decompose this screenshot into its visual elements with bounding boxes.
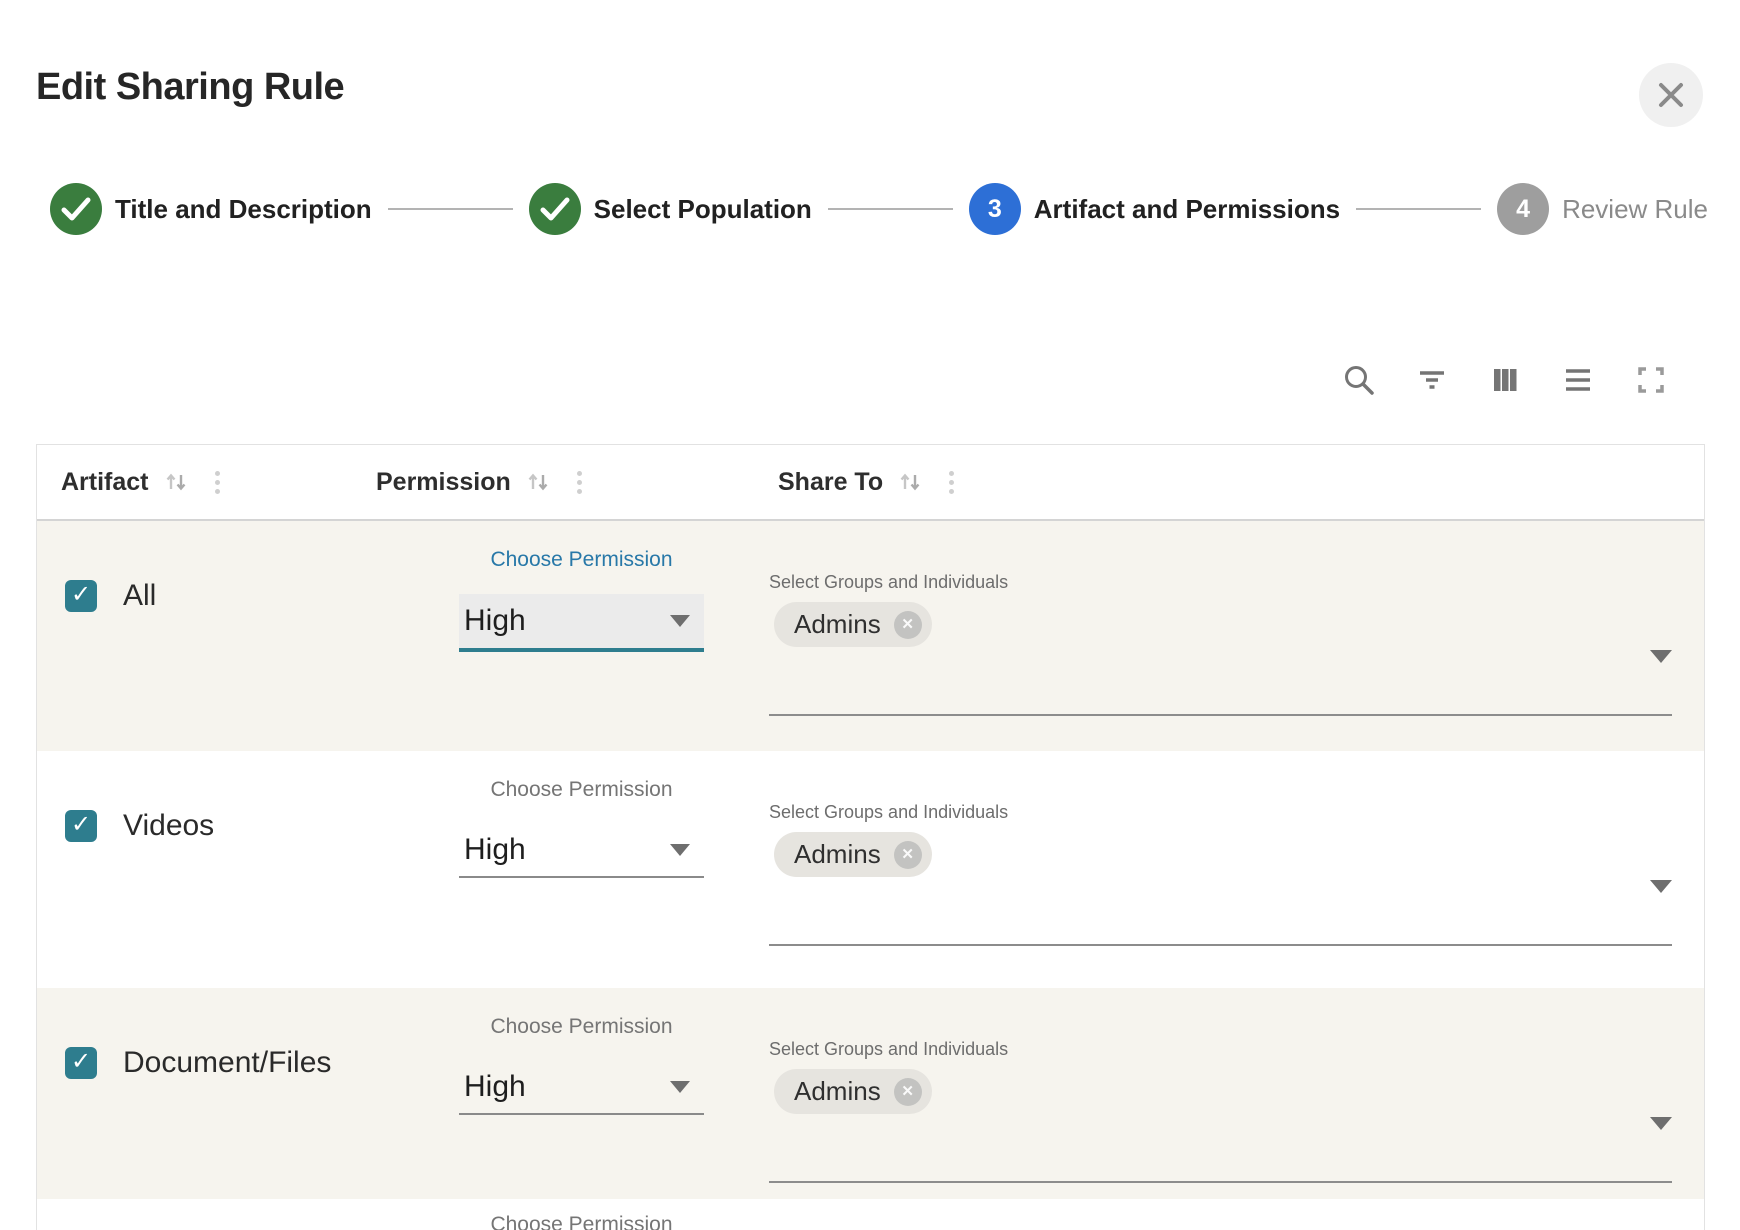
table-row-all: ✓ All Choose Permission High Select Grou… [37,521,1704,751]
step-review-rule[interactable]: 4 Review Rule [1497,183,1708,235]
column-label: Share To [778,468,883,497]
select-groups-field[interactable]: Select Groups and Individuals Admins ✕ [769,802,1672,946]
column-header-artifact: Artifact [37,445,360,519]
permission-value: High [464,604,526,638]
artifact-label: All [123,579,156,613]
search-icon[interactable] [1342,363,1376,397]
sort-icon[interactable] [525,469,551,495]
table-row-document-files: ✓ Document/Files Choose Permission High … [37,988,1704,1199]
step-number: 4 [1516,195,1530,224]
sort-icon[interactable] [897,469,923,495]
checkbox-checked[interactable]: ✓ [65,580,97,612]
chip-remove-icon[interactable]: ✕ [894,841,922,869]
artifact-label: Videos [123,809,214,843]
chip-label: Admins [794,609,881,640]
share-to-cell [746,1199,1704,1230]
check-icon: ✓ [71,1050,91,1074]
filter-icon[interactable] [1415,363,1449,397]
chevron-down-icon[interactable] [1650,1117,1672,1130]
choose-permission-link[interactable]: Choose Permission [459,1015,704,1039]
share-to-cell: Select Groups and Individuals Admins ✕ [746,751,1704,946]
column-menu-icon[interactable] [211,467,224,498]
page-title: Edit Sharing Rule [36,66,344,109]
permission-value: High [464,833,526,867]
step-artifact-and-permissions[interactable]: 3 Artifact and Permissions [969,183,1340,235]
permission-cell: Choose Permission High [360,988,746,1115]
column-menu-icon[interactable] [945,467,958,498]
group-chip: Admins ✕ [774,832,932,877]
share-field-label: Select Groups and Individuals [769,802,1672,823]
step-complete-icon [529,183,581,235]
chevron-down-icon [670,1081,690,1093]
step-label: Select Population [594,194,812,225]
step-number: 3 [988,195,1002,224]
column-menu-icon[interactable] [573,467,586,498]
share-to-cell: Select Groups and Individuals Admins ✕ [746,988,1704,1183]
table-toolbar [1342,363,1668,397]
permission-cell: Choose Permission High [360,521,746,652]
permission-select[interactable]: High [459,594,704,652]
checkbox-checked[interactable]: ✓ [65,810,97,842]
step-connector [828,208,953,210]
artifact-label: Document/Files [123,1046,331,1080]
fullscreen-icon[interactable] [1634,363,1668,397]
edit-sharing-rule-dialog: Edit Sharing Rule Title and Description … [0,0,1740,1230]
share-field-label: Select Groups and Individuals [769,572,1672,593]
step-label: Artifact and Permissions [1034,194,1340,225]
choose-permission-link[interactable]: Choose Permission [459,548,704,572]
share-to-cell: Select Groups and Individuals Admins ✕ [746,521,1704,716]
artifact-cell: ✓ All [37,521,360,613]
artifact-cell [37,1199,360,1230]
step-title-and-description[interactable]: Title and Description [50,183,372,235]
chevron-down-icon[interactable] [1650,650,1672,663]
chevron-down-icon[interactable] [1650,880,1672,893]
check-icon: ✓ [71,583,91,607]
permission-select[interactable]: High [459,1061,704,1115]
step-number-badge: 3 [969,183,1021,235]
step-number-badge: 4 [1497,183,1549,235]
table-row-partial: Choose Permission [37,1199,1704,1230]
choose-permission-link[interactable]: Choose Permission [459,1213,704,1230]
permission-cell: Choose Permission High [360,751,746,878]
group-chip: Admins ✕ [774,602,932,647]
checkbox-checked[interactable]: ✓ [65,1047,97,1079]
column-label: Artifact [61,468,149,497]
step-label: Title and Description [115,194,372,225]
check-icon: ✓ [71,813,91,837]
columns-icon[interactable] [1488,363,1522,397]
table-row-videos: ✓ Videos Choose Permission High Select G… [37,751,1704,988]
artifact-permissions-table: Artifact Permission Share To [36,444,1705,1230]
permission-select[interactable]: High [459,824,704,878]
chip-remove-icon[interactable]: ✕ [894,1078,922,1106]
artifact-cell: ✓ Videos [37,751,360,843]
chevron-down-icon [670,615,690,627]
column-header-permission: Permission [360,445,746,519]
chip-label: Admins [794,1076,881,1107]
step-select-population[interactable]: Select Population [529,183,812,235]
close-button[interactable] [1639,63,1703,127]
step-connector [1356,208,1481,210]
share-field-label: Select Groups and Individuals [769,1039,1672,1060]
close-icon [1656,80,1686,110]
choose-permission-link[interactable]: Choose Permission [459,778,704,802]
step-label: Review Rule [1562,194,1708,225]
group-chip: Admins ✕ [774,1069,932,1114]
chip-remove-icon[interactable]: ✕ [894,611,922,639]
row-density-icon[interactable] [1561,363,1595,397]
chevron-down-icon [670,844,690,856]
stepper: Title and Description Select Population … [50,183,1708,235]
step-connector [388,208,513,210]
column-label: Permission [376,468,511,497]
table-header-row: Artifact Permission Share To [37,445,1704,521]
sort-icon[interactable] [163,469,189,495]
select-groups-field[interactable]: Select Groups and Individuals Admins ✕ [769,1039,1672,1183]
step-complete-icon [50,183,102,235]
permission-cell: Choose Permission [360,1199,746,1230]
artifact-cell: ✓ Document/Files [37,988,360,1080]
select-groups-field[interactable]: Select Groups and Individuals Admins ✕ [769,572,1672,716]
column-header-share-to: Share To [746,445,1704,519]
permission-value: High [464,1070,526,1104]
chip-label: Admins [794,839,881,870]
